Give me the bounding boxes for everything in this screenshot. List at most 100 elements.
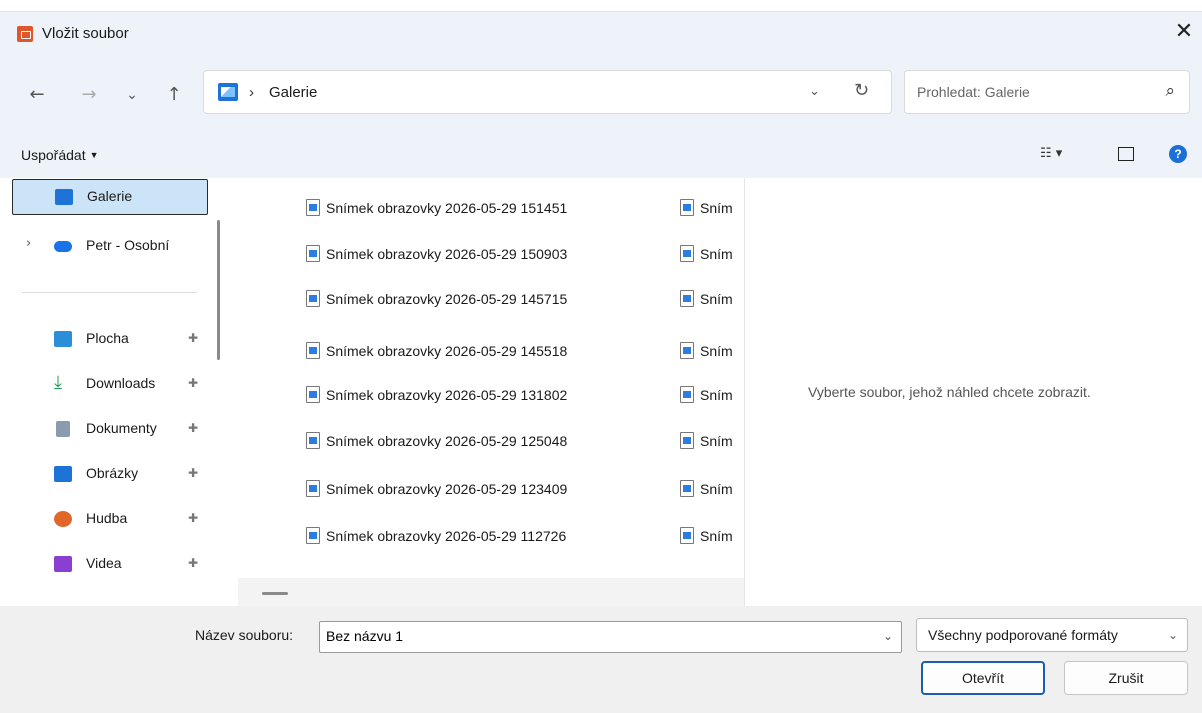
sidebar-item-label: Obrázky — [86, 465, 139, 481]
file-name: Snímek obrazovky 2026-05-29 125048 — [326, 433, 568, 449]
preview-pane-icon[interactable] — [1118, 147, 1134, 161]
sidebar-item-videa[interactable]: Videa ✚ — [12, 547, 208, 583]
address-dropdown-chevron-icon[interactable]: ⌄ — [809, 84, 820, 99]
image-file-icon — [680, 386, 694, 403]
file-type-select[interactable]: Všechny podporované formáty ⌄ — [916, 618, 1188, 652]
list-item[interactable]: Sním — [680, 245, 733, 269]
file-name: Snímek obrazovky 2026-05-29 131802 — [326, 387, 568, 403]
close-icon[interactable]: ✕ — [1172, 20, 1196, 44]
list-item[interactable]: Snímek obrazovky 2026-05-29 123409 — [306, 480, 567, 504]
image-file-icon — [680, 432, 694, 449]
sidebar-item-label: Downloads — [86, 375, 156, 391]
sidebar-scrollbar[interactable] — [217, 220, 220, 360]
filename-combobox[interactable]: ⌄ — [319, 621, 902, 653]
sidebar-item-obrazky[interactable]: Obrázky ✚ — [12, 457, 208, 493]
refresh-icon[interactable]: ↻ — [854, 80, 869, 101]
breadcrumb-galerie[interactable]: Galerie — [269, 84, 317, 101]
list-item[interactable]: Sním — [680, 480, 733, 504]
sidebar-item-dokumenty[interactable]: Dokumenty ✚ — [12, 412, 208, 448]
forward-arrow-icon[interactable]: → — [76, 82, 102, 108]
up-arrow-icon[interactable]: ↑ — [161, 82, 187, 108]
window-title: Vložit soubor — [42, 25, 129, 42]
cancel-button[interactable]: Zrušit — [1064, 661, 1188, 695]
recent-locations-chevron-icon[interactable]: ⌄ — [119, 82, 145, 108]
image-file-icon — [680, 199, 694, 216]
list-item[interactable]: Sním — [680, 342, 733, 366]
organize-label: Uspořádat — [21, 147, 86, 163]
list-item[interactable]: Sním — [680, 386, 733, 410]
app-icon — [17, 26, 33, 42]
pin-icon[interactable]: ✚ — [188, 376, 198, 390]
gallery-icon — [218, 83, 238, 101]
command-bar: Uspořádat ▼ ☷ ▾ ? — [0, 126, 1202, 178]
expand-chevron-icon[interactable]: › — [26, 236, 31, 251]
image-file-icon — [680, 245, 694, 262]
organize-button[interactable]: Uspořádat ▼ — [21, 147, 99, 163]
onedrive-cloud-icon — [54, 241, 72, 252]
image-file-icon — [306, 199, 320, 216]
pin-icon[interactable]: ✚ — [188, 331, 198, 345]
image-file-icon — [306, 527, 320, 544]
list-item[interactable]: Sním — [680, 199, 733, 223]
file-list: Snímek obrazovky 2026-05-29 151451 Sním … — [232, 178, 744, 606]
file-name: Snímek obrazovky 2026-05-29 151451 — [326, 200, 568, 216]
sidebar-item-label: Galerie — [87, 188, 133, 204]
horizontal-scrollbar[interactable] — [238, 578, 744, 606]
list-item[interactable]: Snímek obrazovky 2026-05-29 125048 — [306, 432, 567, 456]
desktop-icon — [54, 331, 72, 347]
pin-icon[interactable]: ✚ — [188, 511, 198, 525]
list-item[interactable]: Snímek obrazovky 2026-05-29 112726 — [306, 527, 566, 551]
file-name: Snímek obrazovky 2026-05-29 145518 — [326, 343, 568, 359]
address-bar[interactable]: › Galerie ⌄ ↻ — [203, 70, 892, 114]
filename-dropdown-chevron-icon[interactable]: ⌄ — [883, 629, 893, 643]
open-button[interactable]: Otevřít — [921, 661, 1045, 695]
sidebar-item-label: Petr - Osobní — [86, 237, 170, 253]
sidebar-item-galerie[interactable]: Galerie — [12, 179, 208, 215]
image-file-icon — [680, 342, 694, 359]
search-input[interactable]: Prohledat: Galerie — [917, 84, 1030, 100]
list-item[interactable]: Sním — [680, 432, 733, 456]
sidebar-item-hudba[interactable]: Hudba ✚ — [12, 502, 208, 538]
list-item[interactable]: Sním — [680, 527, 733, 551]
file-name: Sním — [700, 528, 733, 544]
image-file-icon — [680, 290, 694, 307]
sidebar-item-label: Videa — [86, 555, 122, 571]
file-name: Snímek obrazovky 2026-05-29 112726 — [326, 528, 567, 544]
image-file-icon — [306, 480, 320, 497]
breadcrumb-separator: › — [249, 84, 254, 101]
list-item[interactable]: Snímek obrazovky 2026-05-29 131802 — [306, 386, 567, 410]
title-bar: Vložit soubor ✕ — [0, 0, 1202, 66]
list-item[interactable]: Snímek obrazovky 2026-05-29 150903 — [306, 245, 567, 269]
list-item[interactable]: Sním — [680, 290, 733, 314]
image-file-icon — [680, 480, 694, 497]
window-top-edge — [0, 0, 1202, 12]
sidebar-item-downloads[interactable]: ⤓ Downloads ✚ — [12, 367, 208, 403]
scrollbar-thumb[interactable] — [262, 592, 288, 595]
list-item[interactable]: Snímek obrazovky 2026-05-29 151451 — [306, 199, 567, 223]
file-name: Snímek obrazovky 2026-05-29 145715 — [326, 291, 568, 307]
search-box[interactable]: Prohledat: Galerie ⌕ — [904, 70, 1190, 114]
sidebar-item-plocha[interactable]: Plocha ✚ — [12, 322, 208, 358]
back-arrow-icon[interactable]: ← — [24, 82, 50, 108]
change-view-icon[interactable]: ☷ ▾ — [1040, 146, 1062, 161]
caret-down-icon: ▼ — [89, 150, 99, 160]
file-name: Snímek obrazovky 2026-05-29 150903 — [326, 246, 568, 262]
pin-icon[interactable]: ✚ — [188, 556, 198, 570]
help-icon[interactable]: ? — [1169, 145, 1187, 163]
image-file-icon — [306, 245, 320, 262]
image-file-icon — [306, 342, 320, 359]
navigation-pane: Galerie › Petr - Osobní Plocha ✚ ⤓ Downl… — [0, 178, 232, 606]
pin-icon[interactable]: ✚ — [188, 421, 198, 435]
sidebar-item-onedrive[interactable]: › Petr - Osobní — [12, 229, 208, 265]
filename-field[interactable] — [326, 628, 866, 644]
search-icon[interactable]: ⌕ — [1165, 81, 1175, 101]
file-name: Sním — [700, 200, 733, 216]
pin-icon[interactable]: ✚ — [188, 466, 198, 480]
file-name: Snímek obrazovky 2026-05-29 123409 — [326, 481, 568, 497]
list-item[interactable]: Snímek obrazovky 2026-05-29 145518 — [306, 342, 567, 366]
file-name: Sním — [700, 387, 733, 403]
navigation-bar: ← → ⌄ ↑ › Galerie ⌄ ↻ Prohledat: Galerie… — [0, 66, 1202, 126]
list-item[interactable]: Snímek obrazovky 2026-05-29 145715 — [306, 290, 567, 314]
dialog-footer: Název souboru: ⌄ Všechny podporované for… — [0, 606, 1202, 713]
video-icon — [54, 556, 72, 572]
